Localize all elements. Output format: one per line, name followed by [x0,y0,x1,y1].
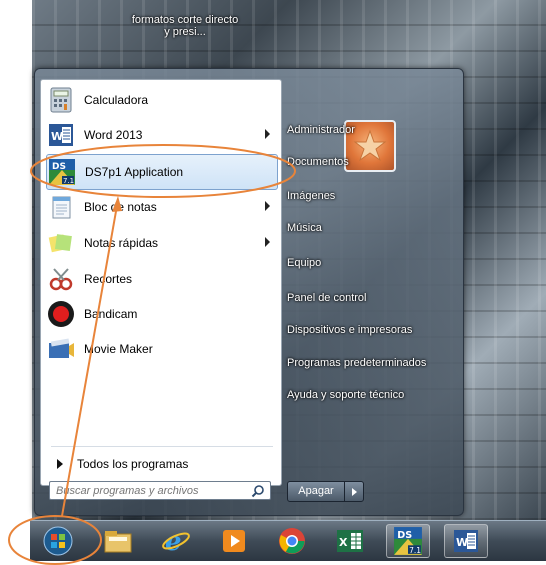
programs-divider [51,446,273,447]
search-icon[interactable] [251,484,265,498]
chrome-icon [279,528,305,554]
taskbar-media-player[interactable] [212,524,256,558]
movie-maker-icon [46,334,76,364]
program-bloc-de-notas[interactable]: Bloc de notas [46,190,276,224]
program-label: Bandicam [84,307,138,321]
taskbar-chrome[interactable] [270,524,314,558]
right-item-ayuda-y-soporte[interactable]: Ayuda y soporte técnico [287,384,457,406]
svg-text:DS: DS [52,162,66,172]
bandicam-icon [46,299,76,329]
program-notas-rapidas[interactable]: Notas rápidas [46,226,276,260]
start-orb-icon [43,526,73,556]
shutdown-options-button[interactable] [344,481,364,502]
start-button[interactable] [36,524,80,558]
svg-text:7.1: 7.1 [409,546,421,555]
right-item-imagenes[interactable]: Imágenes [287,185,457,207]
program-label: Calculadora [84,93,149,107]
program-calculadora[interactable]: Calculadora [46,83,276,117]
submenu-arrow-icon[interactable] [265,129,270,139]
all-programs-button[interactable]: Todos los programas [51,452,273,476]
svg-text:W: W [456,536,468,549]
program-label: Movie Maker [84,342,153,356]
desktop-icon-label[interactable]: formatos corte directo y presi... [130,14,240,38]
program-label: Notas rápidas [84,236,159,250]
right-item-dispositivos-e-impresoras[interactable]: Dispositivos e impresoras [287,319,457,341]
program-movie-maker[interactable]: Movie Maker [46,332,276,366]
submenu-arrow-icon[interactable] [265,237,270,247]
search-input[interactable] [49,481,271,500]
internet-explorer-icon: e [162,527,190,556]
svg-text:W: W [51,130,63,143]
right-item-equipo[interactable]: Equipo [287,252,457,274]
program-recortes[interactable]: Recortes [46,262,276,296]
arrow-right-icon [57,459,63,469]
sticky-notes-icon [46,228,76,258]
program-label: DS7p1 Application [85,165,184,179]
program-bandicam[interactable]: Bandicam [46,297,276,331]
shutdown-button[interactable]: Apagar [287,481,345,502]
taskbar-excel[interactable]: X [328,524,372,558]
program-ds7p1-application[interactable]: DS 7.1 DS7p1 Application [46,154,278,190]
program-label: Recortes [84,272,133,286]
program-label: Word 2013 [84,128,143,142]
word-icon: W [46,120,76,150]
taskbar-ds7p1-application[interactable]: DS 7.1 [386,524,430,558]
snipping-tool-icon [46,264,76,294]
program-word-2013[interactable]: W Word 2013 [46,118,276,152]
chevron-right-icon [351,487,357,496]
svg-text:7.1: 7.1 [63,177,74,185]
calculator-icon [46,85,76,115]
start-menu-programs-pane: Calculadora W Word 2013 DS 7.1 DS7p1 Appl… [40,79,282,486]
file-explorer-icon [104,531,132,553]
taskbar-word[interactable]: W [444,524,488,558]
right-item-programas-predeterminados[interactable]: Programas predeterminados [287,352,457,374]
right-item-administrador[interactable]: Administrador [287,119,457,141]
taskbar: e X DS 7.1 W [30,520,546,561]
right-item-panel-de-control[interactable]: Panel de control [287,287,457,309]
svg-text:X: X [339,536,348,549]
notepad-icon [46,192,76,222]
taskbar-internet-explorer[interactable]: e [154,524,198,558]
submenu-arrow-icon[interactable] [265,201,270,211]
right-item-musica[interactable]: Música [287,217,457,239]
program-label: Bloc de notas [84,200,157,214]
right-item-documentos[interactable]: Documentos [287,151,457,173]
ds7p1-icon: DS 7.1 [394,527,422,555]
word-icon: W [454,530,478,552]
all-programs-label: Todos los programas [77,457,189,471]
svg-text:DS: DS [397,530,412,541]
taskbar-file-explorer[interactable] [96,524,140,558]
ds7p1-icon: DS 7.1 [47,157,77,187]
excel-icon: X [337,530,363,552]
media-player-icon [223,530,245,552]
start-menu: Calculadora W Word 2013 DS 7.1 DS7p1 Appl… [34,68,464,516]
